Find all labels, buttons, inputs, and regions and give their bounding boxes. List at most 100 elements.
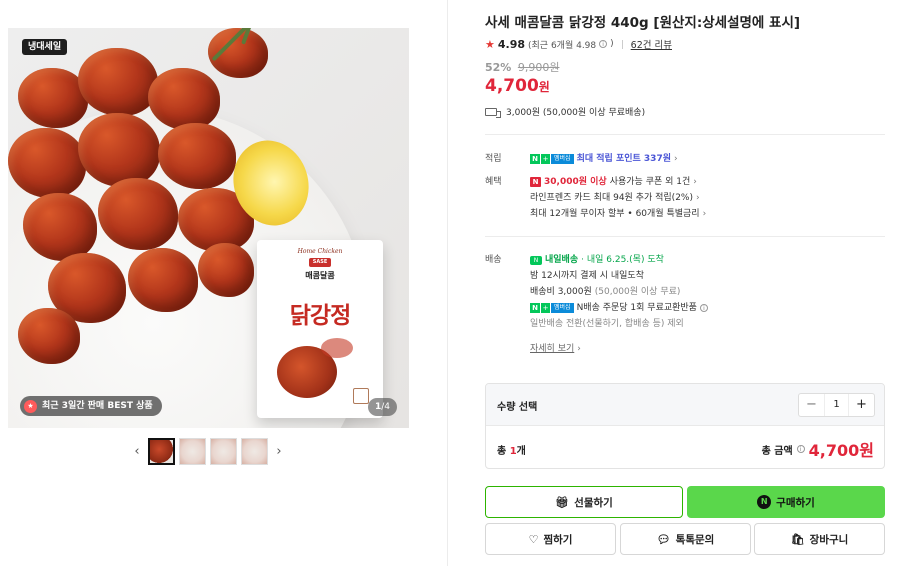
product-page: Home Chicken SASE 매콤달콤 닭강정 냉대세일 ★ 최근 3일간… [0, 0, 900, 566]
info-icon[interactable]: i [699, 304, 708, 312]
package-sauce-splash [321, 338, 353, 358]
package-subtitle: 매콤달콤 [305, 271, 335, 280]
buy-label: 구매하기 [776, 496, 815, 509]
rating-recent: (최근 6개월 4.98 [528, 40, 597, 51]
coupon-amount: 30,000원 이상 [544, 177, 607, 187]
tomorrow-delivery-icon: N [530, 255, 542, 265]
quantity-minus-button[interactable]: − [799, 394, 824, 416]
chat-bubble-icon: 💬︎ [656, 532, 671, 546]
naver-plus-membership-icon: N + 멤버십 [530, 303, 574, 313]
discount-row: 52% 9,900원 [485, 59, 559, 75]
chicken-piece [23, 193, 97, 261]
return-line: N + 멤버십 N배송 주문당 1회 무료교환반품 i [530, 300, 880, 316]
coupon-line[interactable]: N 30,000원 이상 사용가능 쿠폰 외 1건 › [530, 174, 880, 190]
sale-badge: 냉대세일 [22, 39, 68, 55]
buy-button[interactable]: N 구매하기 [687, 486, 885, 518]
quantity-input[interactable]: 1 [824, 394, 849, 416]
chevron-right-icon[interactable]: › [272, 444, 286, 459]
wishlist-button[interactable]: ♡ 찜하기 [485, 523, 616, 555]
original-price: 9,900원 [517, 61, 560, 74]
return-text: N배송 주문당 1회 무료교환반품 [576, 303, 697, 313]
shipping-text: 3,000원 (50,000원 이상 무료배송) [506, 108, 646, 118]
info-icon[interactable]: i [796, 445, 805, 453]
quantity-plus-button[interactable]: + [849, 394, 874, 416]
cart-button[interactable]: 🛍︎ 장바구니 [754, 523, 885, 555]
total-label: 총 금액 [761, 445, 793, 457]
quantity-label: 수량 선택 [497, 402, 538, 413]
sale-price-unit: 원 [538, 80, 550, 94]
chicken-piece [18, 308, 80, 364]
thumbnail-2[interactable] [179, 438, 206, 465]
more-link[interactable]: 자세히 보기 [530, 342, 574, 356]
delivery-fee: 배송비 3,000원 [530, 287, 592, 297]
points-line[interactable]: N + 멤버십 최대 적립 포인트 337원 › [530, 151, 880, 167]
express-label: 내일배송 [545, 255, 579, 265]
normal-delivery-text: 일반배송 전환(선물하기, 합배송 등) 제외 [530, 319, 684, 329]
fee-line: 배송비 3,000원 (50,000원 이상 무료) [530, 284, 880, 300]
thumbnail-3[interactable] [210, 438, 237, 465]
gift-button[interactable]: 🎁︎ 선물하기 [485, 486, 683, 518]
thumbnail-strip: ‹ › [130, 438, 286, 465]
total-count: 총 1개 [497, 446, 526, 457]
talk-inquiry-button[interactable]: 💬︎ 톡톡문의 [620, 523, 751, 555]
shipping-row: 3,000원 (50,000원 이상 무료배송) [485, 105, 645, 118]
rating-row: ★ 4.98 (최근 6개월 4.98 i) 62건 리뷰 [485, 37, 672, 52]
review-link[interactable]: 62건 리뷰 [631, 37, 672, 51]
total-price: 4,700원 [808, 441, 874, 460]
thumbnail-4[interactable] [241, 438, 268, 465]
gift-badge-icon: ★ [24, 399, 37, 413]
column-divider [447, 0, 448, 566]
installment-line[interactable]: 최대 12개월 무이자 할부 • 60개월 특별금리 › [530, 206, 880, 222]
chevron-left-icon[interactable]: ‹ [130, 444, 144, 459]
chicken-piece [128, 248, 198, 312]
heart-icon: ♡ [528, 532, 539, 546]
divider [485, 236, 885, 237]
info-icon[interactable]: i [599, 40, 608, 48]
chevron-right-icon: › [674, 154, 678, 164]
divider [621, 39, 623, 49]
chevron-right-icon: › [693, 177, 697, 187]
discount-rate: 52% [485, 61, 512, 74]
package-seal-icon [353, 388, 369, 404]
points-label: 적립 [485, 154, 502, 164]
coupon-icon: N [530, 177, 541, 187]
package-title: 닭강정 [289, 303, 351, 329]
star-icon: ★ [485, 37, 495, 51]
sale-price-value: 4,700 [485, 76, 539, 96]
chicken-piece [198, 243, 254, 297]
truck-icon [485, 107, 501, 118]
rating-value: 4.98 [497, 37, 526, 51]
shopping-bag-icon: 🛍︎ [790, 532, 805, 546]
chicken-piece [148, 68, 220, 130]
quantity-stepper: − 1 + [798, 393, 875, 417]
normal-delivery-line: 일반배송 전환(선물하기, 합배송 등) 제외 [530, 316, 880, 332]
counter-total: /4 [381, 402, 390, 412]
naver-pay-icon: N [757, 495, 772, 509]
card-line[interactable]: 라인프렌즈 카드 최대 94원 추가 적립(2%) › [530, 190, 880, 206]
product-main-image[interactable]: Home Chicken SASE 매콤달콤 닭강정 냉대세일 ★ 최근 3일간… [8, 28, 409, 428]
gift-icon: 🎁︎ [555, 495, 570, 509]
delivery-label: 배송 [485, 255, 502, 265]
gift-label: 선물하기 [574, 496, 613, 509]
package-logo: SASE [309, 258, 331, 267]
installment-text: 최대 12개월 무이자 할부 • 60개월 특별금리 [530, 209, 700, 219]
divider [485, 134, 885, 135]
product-package: Home Chicken SASE 매콤달콤 닭강정 [257, 240, 383, 418]
thumbnail-1[interactable] [148, 438, 175, 465]
delivery-eta: · 내일 6.25.(목) 도착 [581, 255, 664, 265]
points-text: 최대 적립 포인트 337원 [576, 154, 671, 164]
image-counter: 1/4 [367, 398, 397, 416]
wish-label: 찜하기 [543, 533, 573, 546]
total-amount: 총 금액 i 4,700원 [762, 437, 874, 461]
benefits-label: 혜택 [485, 177, 502, 187]
naver-plus-membership-icon: N + 멤버십 [530, 154, 574, 164]
chicken-piece [78, 48, 158, 116]
cart-label: 장바구니 [809, 533, 849, 546]
best-seller-badge: ★ 최근 3일간 판매 BEST 상품 [20, 396, 162, 416]
more-line[interactable]: 자세히 보기 › [530, 341, 880, 357]
chevron-right-icon: › [577, 344, 581, 354]
best-badge-text: 최근 3일간 판매 BEST 상품 [42, 401, 153, 411]
product-title: 사세 매콤달콤 닭강정 440g [원산지:상세설명에 표시] [485, 15, 801, 31]
cutoff-line: 밤 12시까지 결제 시 내일도착 [530, 268, 880, 284]
cutoff-text: 밤 12시까지 결제 시 내일도착 [530, 271, 644, 281]
